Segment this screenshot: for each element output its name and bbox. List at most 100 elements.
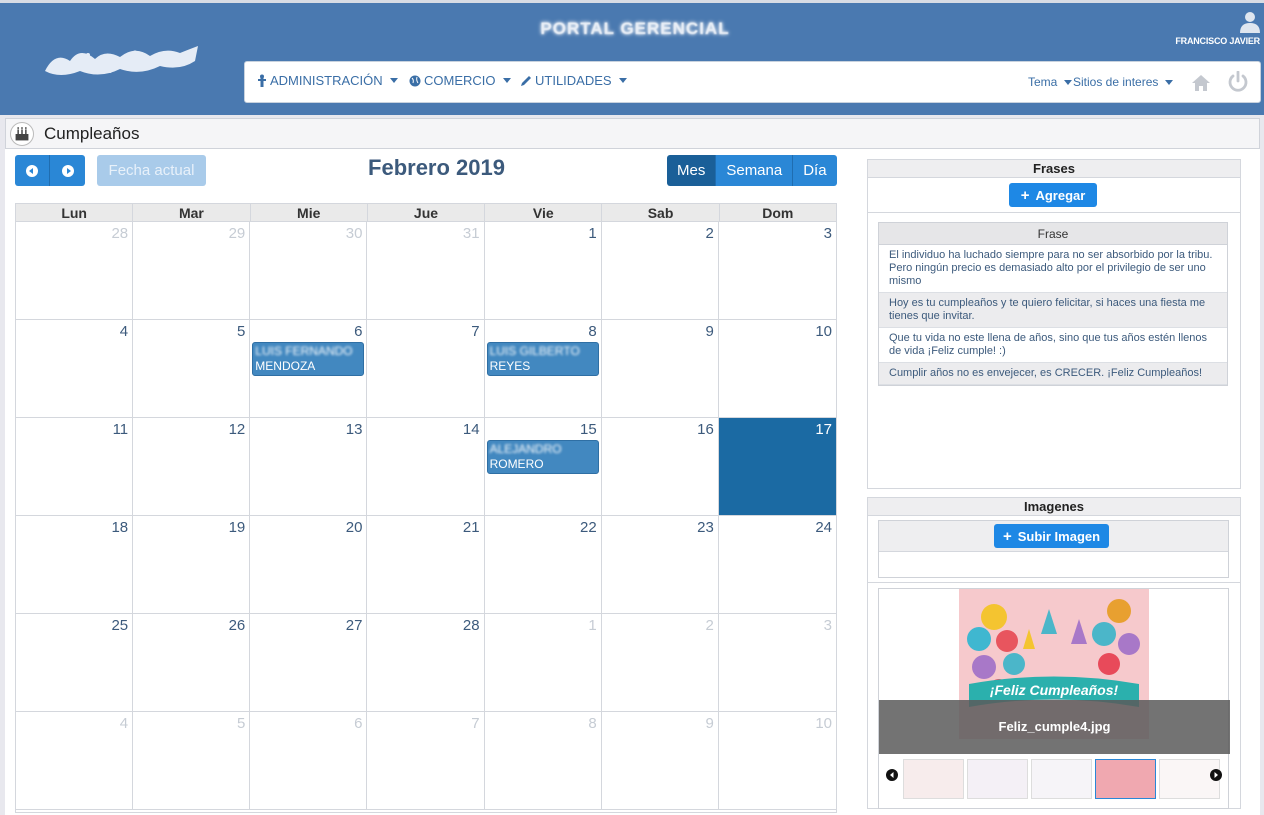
menu-comercio[interactable]: COMERCIO [409, 73, 511, 88]
day-cell[interactable]: 29 [133, 222, 251, 320]
day-cell[interactable]: 24 [718, 516, 836, 614]
day-cell[interactable]: 6 LUIS FERNANDO MENDOZA [250, 320, 368, 418]
day-cell[interactable]: 10 [718, 320, 836, 418]
birthday-event[interactable]: ALEJANDRO ROMERO [486, 440, 599, 474]
day-cell[interactable]: 15 ALEJANDRO ROMERO [484, 418, 602, 516]
cake-icon [10, 122, 34, 146]
next-month-button[interactable] [50, 155, 85, 186]
day-cell[interactable]: 26 [133, 614, 251, 712]
day-cell[interactable]: 13 [250, 418, 368, 516]
day-cell[interactable]: 25 [16, 614, 134, 712]
day-number: 20 [345, 519, 363, 536]
page-title-bar: Cumpleaños [5, 118, 1260, 149]
day-cell[interactable]: 9 [601, 320, 719, 418]
day-cell[interactable]: 4 [16, 712, 134, 810]
menu-utilidades-label: UTILIDADES [535, 73, 612, 88]
day-cell[interactable]: 20 [250, 516, 368, 614]
day-number: 10 [815, 323, 832, 340]
day-number: 7 [471, 715, 480, 732]
carousel-next-icon[interactable] [1210, 769, 1222, 781]
day-cell[interactable]: 12 [133, 418, 251, 516]
day-cell[interactable]: 5 [133, 320, 251, 418]
day-cell[interactable]: 22 [484, 516, 602, 614]
phrase-row[interactable]: Que tu vida no este llena de años, sino … [879, 328, 1227, 363]
day-cell[interactable]: 14 [367, 418, 485, 516]
day-cell[interactable]: 4 [16, 320, 134, 418]
day-cell[interactable]: 28 [16, 222, 134, 320]
day-cell[interactable]: 7 [367, 320, 485, 418]
menu-administracion[interactable]: ADMINISTRACIÓN [257, 73, 398, 88]
day-cell[interactable]: 2 [601, 614, 719, 712]
view-button-0[interactable]: Mes [667, 155, 717, 186]
weekday-label: Sab [602, 204, 720, 221]
carousel-prev-icon[interactable] [886, 769, 898, 781]
day-cell[interactable]: 18 [16, 516, 134, 614]
image-thumbnail[interactable] [967, 759, 1028, 799]
menu-comercio-label: COMERCIO [424, 73, 496, 88]
day-cell[interactable]: 17 [718, 418, 836, 516]
user-icon[interactable] [1239, 11, 1261, 33]
day-cell[interactable]: 7 [367, 712, 485, 810]
banner-text: ¡Feliz Cumpleaños! [990, 682, 1119, 698]
image-thumbnail[interactable] [1095, 759, 1156, 799]
day-cell[interactable]: 27 [250, 614, 368, 712]
day-cell[interactable]: 21 [367, 516, 485, 614]
day-cell[interactable]: 19 [133, 516, 251, 614]
power-icon[interactable] [1227, 71, 1249, 93]
upload-image-button[interactable]: + Subir Imagen [994, 524, 1109, 548]
frases-panel: Frases + Agregar Frase El individuo ha l… [867, 159, 1241, 489]
day-cell[interactable]: 23 [601, 516, 719, 614]
day-cell[interactable]: 3 [718, 614, 836, 712]
day-number: 28 [111, 225, 129, 242]
day-cell[interactable]: 10 [718, 712, 836, 810]
day-cell[interactable]: 11 [16, 418, 134, 516]
event-last-name: MENDOZA [255, 359, 316, 373]
day-cell[interactable]: 8 LUIS GILBERTO REYES [484, 320, 602, 418]
user-name[interactable]: FRANCISCO JAVIER [1175, 36, 1260, 46]
weekday-label: Jue [368, 204, 486, 221]
view-button-1[interactable]: Semana [716, 155, 794, 186]
day-cell[interactable]: 31 [367, 222, 485, 320]
day-cell[interactable]: 1 [484, 222, 602, 320]
today-button[interactable]: Fecha actual [97, 155, 206, 186]
view-button-2[interactable]: Día [793, 155, 837, 186]
day-cell[interactable]: 30 [250, 222, 368, 320]
weekday-label: Lun [16, 204, 134, 221]
phrase-row[interactable]: El individuo ha luchado siempre para no … [879, 245, 1227, 293]
add-phrase-button[interactable]: + Agregar [1009, 183, 1097, 207]
menu-tema[interactable]: Tema [1028, 75, 1073, 89]
image-thumbnail[interactable] [1031, 759, 1092, 799]
day-cell[interactable]: 6 [250, 712, 368, 810]
day-cell[interactable]: 2 [601, 222, 719, 320]
day-cell[interactable]: 8 [484, 712, 602, 810]
frases-title: Frases [868, 160, 1240, 178]
day-cell[interactable]: 1 [484, 614, 602, 712]
day-cell[interactable]: 3 [718, 222, 836, 320]
birthday-event[interactable]: LUIS GILBERTO REYES [486, 342, 599, 376]
home-icon[interactable] [1191, 73, 1211, 93]
birthday-event[interactable]: LUIS FERNANDO MENDOZA [252, 342, 365, 376]
day-number: 6 [354, 323, 363, 340]
phrase-row[interactable]: Hoy es tu cumpleaños y te quiero felicit… [879, 293, 1227, 328]
day-number: 13 [345, 421, 363, 438]
prev-month-button[interactable] [15, 155, 50, 186]
day-number: 27 [345, 617, 363, 634]
chevron-down-icon [502, 78, 511, 83]
image-thumbnail[interactable] [903, 759, 964, 799]
weekday-label: Mar [133, 204, 251, 221]
day-cell[interactable]: 28 [367, 614, 485, 712]
menu-sitios-de-interes[interactable]: Sitios de interes [1073, 75, 1174, 89]
day-number: 31 [462, 225, 480, 242]
day-cell[interactable]: 9 [601, 712, 719, 810]
day-cell[interactable]: 5 [133, 712, 251, 810]
menu-utilidades[interactable]: UTILIDADES [520, 73, 627, 88]
chevron-down-icon [1064, 79, 1073, 85]
phrase-row[interactable]: Cumplir años no es envejecer, es CRECER.… [879, 363, 1227, 385]
day-cell[interactable]: 16 [601, 418, 719, 516]
imagenes-panel: Imagenes + Subir Imagen ¡Feliz Cumpleaño… [867, 497, 1241, 809]
main-content: Fecha actual Febrero 2019 Mes Semana Día L… [5, 149, 1260, 815]
chevron-right-icon [61, 164, 74, 177]
day-number: 5 [236, 715, 246, 732]
calendar-grid: Lun Mar Mie Jue Vie Sab Dom 28 29 30 31 1 2 3 4 5 6 LUIS… [15, 203, 837, 813]
day-number: 16 [697, 421, 714, 438]
